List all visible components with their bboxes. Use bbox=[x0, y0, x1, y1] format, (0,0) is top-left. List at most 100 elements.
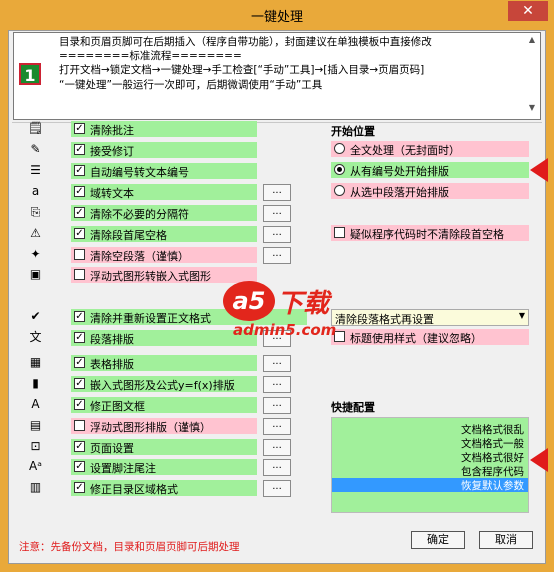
option-settings-button[interactable]: ... bbox=[263, 397, 291, 414]
option-label: 清除不必要的分隔符 bbox=[90, 208, 189, 221]
checkbox-checked[interactable]: ✓ bbox=[74, 399, 85, 410]
checkbox-checked[interactable]: ✓ bbox=[74, 332, 85, 343]
footer-note: 注意：先备份文档，目录和页眉页脚可后期处理 bbox=[19, 541, 240, 553]
separator-icon: ⎘ bbox=[30, 205, 41, 219]
option-label: 自动编号转文本编号 bbox=[90, 166, 189, 179]
numbered-list-icon: ☰ bbox=[30, 163, 41, 177]
checkbox-checked[interactable]: ✓ bbox=[74, 482, 85, 493]
option-settings-button[interactable]: ... bbox=[263, 355, 291, 372]
list-item[interactable]: 文档格式很好 bbox=[461, 450, 524, 464]
checkbox-checked[interactable]: ✓ bbox=[74, 441, 85, 452]
option-label: 域转文本 bbox=[90, 187, 134, 200]
checkbox-checked[interactable]: ✓ bbox=[74, 357, 85, 368]
list-item-selected[interactable]: 恢复默认参数 bbox=[332, 478, 528, 492]
option-row[interactable]: ✓ 设置脚注尾注 bbox=[71, 459, 257, 475]
option-row[interactable]: ✓ 自动编号转文本编号 bbox=[71, 163, 257, 179]
floating-image-icon: ▣ bbox=[29, 267, 42, 281]
chart-icon: ▮ bbox=[32, 376, 39, 390]
option-settings-button[interactable]: ... bbox=[263, 480, 291, 497]
option-row[interactable]: ✓ 接受修订 bbox=[71, 142, 257, 158]
list-item[interactable]: 文档格式很乱 bbox=[461, 422, 524, 436]
option-row[interactable]: ✓ 页面设置 bbox=[71, 439, 257, 455]
radio-from-selection[interactable]: 从选中段落开始排版 bbox=[331, 183, 529, 199]
code-space-option[interactable]: 疑似程序代码时不清除段首空格 bbox=[331, 225, 529, 241]
watermark-logo: a5 下载 admin5.com bbox=[223, 281, 403, 341]
logo-badge: 1 bbox=[19, 63, 41, 85]
option-row[interactable]: ✓ 清除段首尾空格 bbox=[71, 226, 257, 242]
option-row[interactable]: ✓ 清除批注 bbox=[71, 121, 257, 137]
option-settings-button[interactable]: ... bbox=[263, 439, 291, 456]
checkbox-checked[interactable]: ✓ bbox=[74, 123, 85, 134]
radio-label: 从选中段落开始排版 bbox=[350, 186, 449, 199]
option-settings-button[interactable]: ... bbox=[263, 226, 291, 243]
empty-paragraph-icon: ✦ bbox=[30, 247, 41, 261]
option-row[interactable]: ✓ 清除不必要的分隔符 bbox=[71, 205, 257, 221]
dialog-window: 一键处理 ✕ 1 目录和页眉页脚可在后期插入（程序自带功能），封面建议在单独模板… bbox=[0, 0, 554, 572]
option-label: 接受修订 bbox=[90, 145, 134, 158]
cancel-button[interactable]: 取消 bbox=[479, 531, 533, 549]
reset-format-icon: ✔ bbox=[30, 309, 41, 323]
option-label: 段落排版 bbox=[90, 333, 134, 346]
checkbox[interactable] bbox=[74, 420, 85, 431]
option-row[interactable]: 清除空段落（谨慎） bbox=[71, 247, 257, 263]
chevron-down-icon[interactable]: ▼ bbox=[519, 311, 525, 320]
option-row[interactable]: ✓ 嵌入式图形及公式y=f(x)排版 bbox=[71, 376, 257, 392]
option-row[interactable]: ✓ 修正目录区域格式 bbox=[71, 480, 257, 496]
option-settings-button[interactable]: ... bbox=[263, 459, 291, 476]
radio-icon[interactable] bbox=[334, 143, 345, 154]
option-settings-button[interactable]: ... bbox=[263, 418, 291, 435]
radio-icon[interactable] bbox=[334, 185, 345, 196]
checkbox-checked[interactable]: ✓ bbox=[74, 165, 85, 176]
close-button[interactable]: ✕ bbox=[508, 1, 548, 21]
info-line: “一键处理”一般运行一次即可，后期微调使用“手动”工具 bbox=[59, 79, 323, 91]
ok-button[interactable]: 确定 bbox=[411, 531, 465, 549]
float-layout-icon: ▤ bbox=[29, 418, 42, 432]
track-changes-icon: ✎ bbox=[30, 142, 41, 156]
checkbox-checked[interactable]: ✓ bbox=[74, 228, 85, 239]
option-label: 页面设置 bbox=[90, 442, 134, 455]
option-settings-button[interactable]: ... bbox=[263, 247, 291, 264]
scroll-up-icon[interactable]: ▲ bbox=[525, 35, 539, 49]
info-line: 目录和页眉页脚可在后期插入（程序自带功能），封面建议在单独模板中直接修改 bbox=[59, 36, 432, 48]
list-item[interactable]: 包含程序代码 bbox=[461, 464, 524, 478]
option-settings-button[interactable]: ... bbox=[263, 205, 291, 222]
checkbox-checked[interactable]: ✓ bbox=[74, 378, 85, 389]
checkbox-checked[interactable]: ✓ bbox=[74, 311, 85, 322]
info-line: ========标准流程======== bbox=[59, 50, 242, 62]
checkbox-checked[interactable]: ✓ bbox=[74, 186, 85, 197]
quick-config-title: 快捷配置 bbox=[331, 401, 375, 414]
window-title: 一键处理 bbox=[250, 10, 303, 25]
text-box-icon: A bbox=[31, 397, 40, 411]
info-textbox[interactable]: 1 目录和页眉页脚可在后期插入（程序自带功能），封面建议在单独模板中直接修改 =… bbox=[13, 32, 541, 120]
checkbox-checked[interactable]: ✓ bbox=[74, 207, 85, 218]
option-settings-button[interactable]: ... bbox=[263, 184, 291, 201]
radio-full-document[interactable]: 全文处理（无封面时） bbox=[331, 141, 529, 157]
option-label: 嵌入式图形及公式y=f(x)排版 bbox=[90, 379, 235, 392]
list-item[interactable]: 文档格式一般 bbox=[461, 436, 524, 450]
radio-selected-icon[interactable] bbox=[334, 164, 345, 175]
option-label: 清除段首尾空格 bbox=[90, 229, 167, 242]
annotation-arrow-icon bbox=[530, 448, 548, 472]
option-row[interactable]: ✓ 域转文本 bbox=[71, 184, 257, 200]
option-row[interactable]: ✓ 修正图文框 bbox=[71, 397, 257, 413]
title-bar[interactable]: 一键处理 ✕ bbox=[0, 0, 554, 30]
option-row[interactable]: ✓ 表格排版 bbox=[71, 355, 257, 371]
scroll-down-icon[interactable]: ▼ bbox=[525, 103, 539, 117]
quick-config-list[interactable]: 文档格式很乱 文档格式一般 文档格式很好 包含程序代码 恢复默认参数 bbox=[331, 417, 529, 513]
paragraph-layout-icon: 文 bbox=[29, 330, 42, 344]
radio-from-numbering[interactable]: 从有编号处开始排版 bbox=[331, 162, 529, 178]
option-label: 设置脚注尾注 bbox=[90, 462, 156, 475]
checkbox[interactable] bbox=[74, 269, 85, 280]
checkbox-checked[interactable]: ✓ bbox=[74, 144, 85, 155]
option-row[interactable]: 浮动式图形排版（谨慎） bbox=[71, 418, 257, 434]
warning-icon: ⚠ bbox=[30, 226, 41, 240]
watermark-url: admin5.com bbox=[233, 321, 337, 339]
option-label: 清除空段落（谨慎） bbox=[90, 250, 189, 263]
dialog-client: 1 目录和页眉页脚可在后期插入（程序自带功能），封面建议在单独模板中直接修改 =… bbox=[8, 30, 546, 564]
checkbox[interactable] bbox=[74, 249, 85, 260]
start-position-title: 开始位置 bbox=[331, 125, 375, 138]
checkbox[interactable] bbox=[334, 227, 345, 238]
checkbox-checked[interactable]: ✓ bbox=[74, 461, 85, 472]
option-label: 表格排版 bbox=[90, 358, 134, 371]
option-settings-button[interactable]: ... bbox=[263, 376, 291, 393]
